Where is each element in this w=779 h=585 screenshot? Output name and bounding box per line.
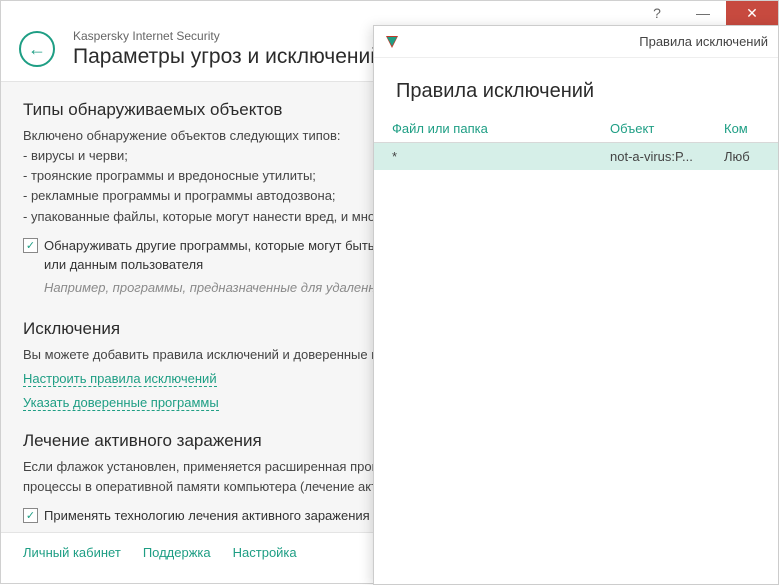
exclusions-rules-window: Правила исключений Правила исключений Фа…: [373, 25, 779, 585]
cell-comment: Люб: [724, 149, 760, 164]
kaspersky-logo-icon: [384, 34, 400, 50]
back-button[interactable]: ←: [19, 31, 55, 67]
minimize-button[interactable]: —: [680, 1, 726, 25]
exclusions-window-titlebar: Правила исключений: [374, 26, 778, 58]
help-button[interactable]: ?: [634, 1, 680, 25]
active-cure-checkbox[interactable]: ✓: [23, 508, 38, 523]
exclusions-window-heading: Правила исключений: [374, 58, 778, 121]
cell-file: *: [392, 149, 610, 164]
footer-settings-link[interactable]: Настройка: [233, 545, 297, 560]
column-comment[interactable]: Ком: [724, 121, 760, 136]
column-object[interactable]: Объект: [610, 121, 724, 136]
footer-account-link[interactable]: Личный кабинет: [23, 545, 121, 560]
column-file[interactable]: Файл или папка: [392, 121, 610, 136]
detect-other-label: Обнаруживать другие программы, которые м…: [44, 237, 385, 275]
close-button[interactable]: ✕: [726, 1, 778, 25]
active-cure-label: Применять технологию лечения активного з…: [44, 507, 370, 526]
product-name: Kaspersky Internet Security: [73, 29, 382, 43]
configure-exclusions-link[interactable]: Настроить правила исключений: [23, 371, 217, 387]
exclusions-table: Файл или папка Объект Ком * not-a-virus:…: [374, 121, 778, 170]
trusted-programs-link[interactable]: Указать доверенные программы: [23, 395, 219, 411]
cell-object: not-a-virus:P...: [610, 149, 724, 164]
arrow-left-icon: ←: [28, 39, 46, 60]
table-header: Файл или папка Объект Ком: [374, 121, 778, 143]
detect-other-checkbox[interactable]: ✓: [23, 238, 38, 253]
table-row[interactable]: * not-a-virus:P... Люб: [374, 143, 778, 170]
page-title: Параметры угроз и исключений: [73, 45, 382, 69]
exclusions-window-title: Правила исключений: [408, 34, 768, 49]
footer-support-link[interactable]: Поддержка: [143, 545, 211, 560]
